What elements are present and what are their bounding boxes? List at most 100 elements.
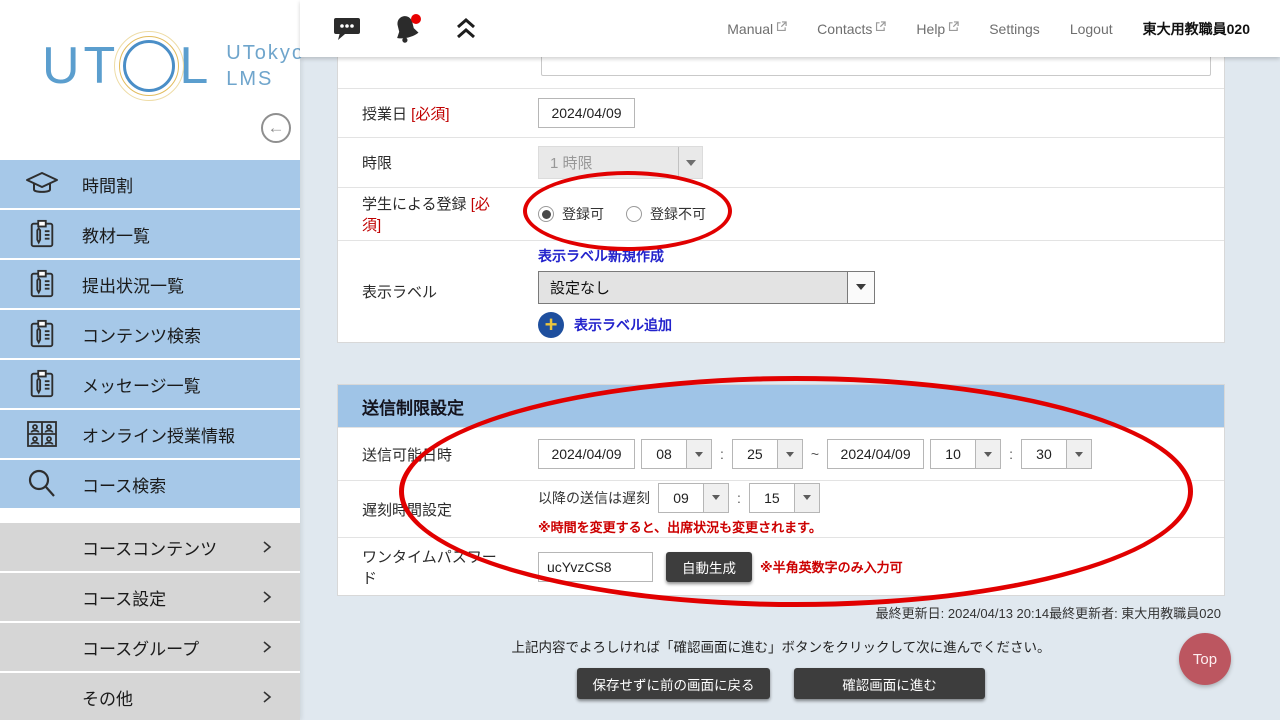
graduation-cap-icon — [24, 169, 60, 199]
help-link[interactable]: Help — [916, 21, 959, 37]
chevron-right-icon — [262, 540, 272, 559]
spinner-down-button[interactable] — [975, 439, 1001, 469]
late-time-label: 遅刻時間設定 — [362, 502, 452, 519]
one-time-password-input[interactable] — [538, 552, 653, 582]
colon-separator: : — [720, 446, 724, 462]
external-link-icon — [776, 21, 787, 32]
contacts-link[interactable]: Contacts — [817, 21, 886, 37]
period-label: 時限 — [362, 155, 392, 172]
sidebar-item-course-contents[interactable]: コースコンテンツ — [0, 523, 300, 571]
class-date-input[interactable] — [538, 98, 635, 128]
sidebar: UT L UTokyo LMS ← 時間割 — [0, 0, 300, 720]
proceed-to-confirm-button[interactable]: 確認画面に進む — [794, 668, 985, 699]
chevron-right-icon — [262, 640, 272, 659]
create-display-label-link[interactable]: 表示ラベル新規作成 — [538, 246, 875, 266]
spinner-down-button[interactable] — [777, 439, 803, 469]
external-link-icon — [875, 21, 886, 32]
required-tag: [必須] — [411, 106, 449, 123]
one-time-password-row: ワンタイムパスワード 自動生成 ※半角英数字のみ入力可 — [338, 538, 1224, 595]
sidebar-item-label: 提出状況一覧 — [82, 272, 184, 297]
class-date-row: 授業日 [必須] — [338, 89, 1224, 138]
sidebar-item-label: 時間割 — [82, 172, 133, 197]
display-label-select[interactable]: 設定なし — [538, 271, 875, 304]
notification-bell-icon[interactable] — [390, 12, 426, 46]
sidebar-item-label: コースグループ — [82, 635, 199, 660]
section-header: 送信制限設定 — [338, 385, 1224, 427]
spinner-down-button[interactable] — [794, 483, 820, 513]
manual-link[interactable]: Manual — [727, 21, 787, 37]
tilde-separator: ~ — [811, 446, 819, 462]
clipped-text-input[interactable] — [541, 57, 1211, 76]
add-display-label-link[interactable]: 表示ラベル追加 — [574, 315, 672, 335]
class-date-label: 授業日 — [362, 106, 411, 123]
sidebar-item-submission-status[interactable]: 提出状況一覧 — [0, 260, 300, 308]
sidebar-item-label: メッセージ一覧 — [82, 372, 201, 397]
clipboard-icon — [24, 318, 60, 350]
submission-settings-card: 送信制限設定 送信可能日時 08 : 25 ~ 10 — [337, 384, 1225, 596]
end-date-input[interactable] — [827, 439, 924, 469]
sidebar-item-label: オンライン授業情報 — [82, 422, 235, 447]
clipboard-icon — [24, 268, 60, 300]
spinner-down-button[interactable] — [686, 439, 712, 469]
spinner-down-button[interactable] — [703, 483, 729, 513]
sidebar-item-course-search[interactable]: コース検索 — [0, 460, 300, 508]
sidebar-item-label: コース検索 — [82, 472, 166, 497]
otp-note: ※半角英数字のみ入力可 — [760, 557, 903, 576]
user-name: 東大用教職員020 — [1143, 19, 1250, 39]
chevron-right-icon — [262, 690, 272, 709]
topbar-icons — [332, 12, 478, 46]
late-minute-spinner: 15 — [749, 483, 820, 513]
sidebar-item-label: コンテンツ検索 — [82, 322, 201, 347]
sidebar-item-timetable[interactable]: 時間割 — [0, 160, 300, 208]
clipped-field-row — [338, 57, 1224, 89]
logo-text-left: UT — [42, 40, 119, 92]
radio-registration-allowed[interactable]: 登録可 — [538, 204, 604, 224]
sidebar-item-others[interactable]: その他 — [0, 673, 300, 720]
online-class-icon — [24, 419, 60, 449]
sidebar-item-label: コース設定 — [82, 585, 166, 610]
clipboard-icon — [24, 218, 60, 250]
last-updated-text: 最終更新日: 2024/04/13 20:14最終更新者: 東大用教職員020 — [337, 603, 1225, 622]
sidebar-collapse-button[interactable]: ← — [261, 113, 291, 143]
section-title: 送信制限設定 — [362, 394, 464, 419]
radio-unselected-icon — [626, 206, 642, 222]
settings-link[interactable]: Settings — [989, 21, 1040, 37]
chevron-right-icon — [262, 590, 272, 609]
student-registration-row: 学生による登録 [必須] 登録可 登録不可 — [338, 188, 1224, 241]
chevron-down-icon — [847, 272, 874, 303]
start-hour-spinner: 08 — [641, 439, 712, 469]
plus-icon[interactable]: + — [538, 312, 564, 338]
available-datetime-row: 送信可能日時 08 : 25 ~ 10 : — [338, 427, 1224, 481]
collapse-up-icon[interactable] — [454, 16, 478, 42]
one-time-password-label: ワンタイムパスワード — [362, 549, 497, 587]
late-time-row: 遅刻時間設定 以降の送信は遅刻 09 : 15 ※ — [338, 481, 1224, 538]
topbar: Manual Contacts Help Settings Logout 東大用… — [300, 0, 1280, 57]
spinner-down-button[interactable] — [1066, 439, 1092, 469]
sidebar-item-course-group[interactable]: コースグループ — [0, 623, 300, 671]
sidebar-item-online-class[interactable]: オンライン授業情報 — [0, 410, 300, 458]
message-icon[interactable] — [332, 15, 362, 43]
chevron-down-icon — [678, 147, 702, 178]
auto-generate-button[interactable]: 自動生成 — [666, 552, 752, 582]
sidebar-item-messages[interactable]: メッセージ一覧 — [0, 360, 300, 408]
sidebar-item-materials[interactable]: 教材一覧 — [0, 210, 300, 258]
scroll-to-top-button[interactable]: Top — [1179, 633, 1231, 685]
late-time-prefix: 以降の送信は遅刻 — [538, 488, 650, 508]
start-date-input[interactable] — [538, 439, 635, 469]
page: UT L UTokyo LMS ← 時間割 — [0, 0, 1280, 720]
radio-registration-not-allowed[interactable]: 登録不可 — [626, 204, 706, 224]
bottom-buttons: 保存せずに前の画面に戻る 確認画面に進む — [337, 668, 1225, 699]
search-icon — [24, 468, 60, 500]
external-link-icon — [948, 21, 959, 32]
sidebar-item-label: 教材一覧 — [82, 222, 150, 247]
logo-o-rings — [123, 40, 175, 92]
logout-link[interactable]: Logout — [1070, 21, 1113, 37]
logo-area: UT L UTokyo LMS ← — [0, 0, 300, 160]
back-without-save-button[interactable]: 保存せずに前の画面に戻る — [577, 668, 770, 699]
sidebar-item-content-search[interactable]: コンテンツ検索 — [0, 310, 300, 358]
end-hour-spinner: 10 — [930, 439, 1001, 469]
late-hour-spinner: 09 — [658, 483, 729, 513]
period-select[interactable]: 1 時限 — [538, 146, 703, 179]
colon-separator: : — [737, 490, 741, 506]
sidebar-item-course-settings[interactable]: コース設定 — [0, 573, 300, 621]
